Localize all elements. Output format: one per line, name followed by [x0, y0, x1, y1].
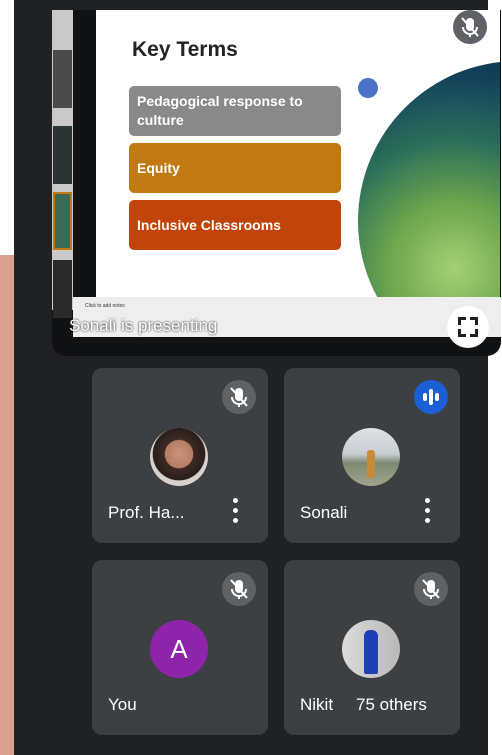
presentation-tile[interactable]: Key Terms Pedagogical response to cultur… [52, 10, 501, 356]
participant-name: You [108, 695, 137, 714]
participant-name: Prof. Ha... [108, 503, 185, 522]
presenting-label: Sonali is presenting [69, 316, 218, 335]
notes-hint: Click to add notes [85, 303, 125, 309]
fullscreen-icon [470, 329, 478, 337]
others-chip[interactable]: 75 others [335, 683, 448, 727]
participant-tile[interactable]: Prof. Ha... [92, 368, 268, 543]
decorative-dot [358, 78, 378, 98]
meet-window: Key Terms Pedagogical response to cultur… [14, 0, 501, 755]
shared-slide: Key Terms Pedagogical response to cultur… [96, 10, 500, 297]
term-pedagogical: Pedagogical response to culture [129, 86, 341, 136]
avatar [342, 428, 400, 486]
mic-off-icon [414, 572, 448, 606]
fullscreen-button[interactable] [447, 306, 489, 348]
mic-off-icon [222, 380, 256, 414]
term-inclusive: Inclusive Classrooms [129, 200, 341, 250]
fullscreen-icon [458, 329, 466, 337]
participant-name: Sonali [300, 503, 348, 522]
more-dots-icon [425, 508, 430, 513]
participant-name: Nikit [300, 695, 334, 714]
slide-thumbnails [52, 10, 73, 318]
slide-title: Key Terms [132, 38, 238, 61]
presenter-mic-muted-icon [453, 10, 487, 44]
fullscreen-icon [458, 317, 466, 325]
more-dots-icon [425, 498, 430, 503]
slide-thumbnail [53, 260, 72, 318]
more-dots-icon [233, 508, 238, 513]
participant-tile-self[interactable]: A You [92, 560, 268, 735]
slide-thumbnail [53, 126, 72, 184]
participant-tile[interactable]: Sonali [284, 368, 460, 543]
slide-thumbnail-active [53, 192, 72, 250]
avatar [150, 428, 208, 486]
slide-thumbnail [53, 50, 72, 108]
more-dots-icon [425, 518, 430, 523]
avatar-letter: A [150, 620, 208, 678]
mic-off-icon [222, 572, 256, 606]
globe-image [358, 61, 500, 297]
speaking-indicator-icon [414, 380, 448, 414]
more-dots-icon [233, 518, 238, 523]
more-options-button[interactable] [230, 498, 240, 524]
more-options-button[interactable] [422, 498, 432, 524]
avatar [342, 620, 400, 678]
fullscreen-icon [470, 317, 478, 325]
term-equity: Equity [129, 143, 341, 193]
more-dots-icon [233, 498, 238, 503]
